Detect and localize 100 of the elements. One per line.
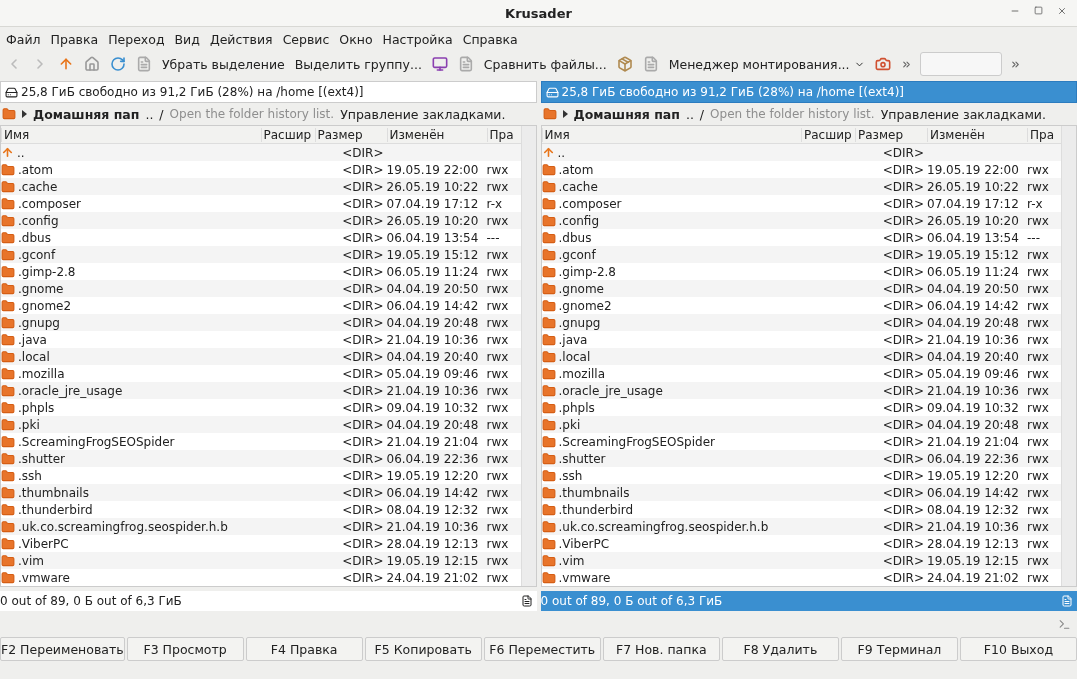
column-header[interactable]: Изменён [386,127,487,142]
menu-item[interactable]: Справка [458,31,522,47]
bookmarks-button[interactable]: Управление закладками. [880,106,1046,122]
file-name-cell[interactable]: .shutter [541,451,801,466]
toolbar-dropdown-button[interactable]: Менеджер монтирования... [666,53,867,75]
file-name-cell[interactable]: .cache [541,179,801,194]
file-name-cell[interactable]: .gconf [541,247,801,262]
maximize-icon[interactable] [1034,6,1043,15]
file-name-cell[interactable]: .pki [541,417,801,432]
file-name-cell[interactable]: .shutter [1,451,261,466]
file-name-cell[interactable]: .phpls [541,400,801,415]
menu-item[interactable]: Настройка [378,31,457,47]
file-name-cell[interactable]: .oracle_jre_usage [541,383,801,398]
path-separator[interactable]: / [159,106,164,122]
file-name-cell[interactable]: .gimp-2.8 [541,264,801,279]
file-name-cell[interactable]: .local [1,349,261,364]
menu-item[interactable]: Действия [205,31,277,47]
menu-item[interactable]: Вид [170,31,204,47]
file-name-cell[interactable]: .. [541,145,801,160]
breadcrumb-more[interactable]: .. [145,106,154,122]
file-name-cell[interactable]: .ssh [1,468,261,483]
file-name-cell[interactable]: .atom [1,162,261,177]
file-name-cell[interactable]: .atom [541,162,801,177]
terminal-icon[interactable] [1058,617,1071,631]
file-name-cell[interactable]: .thumbnails [541,485,801,500]
breadcrumb-button[interactable]: Домашняя пап [573,106,680,122]
file-name-cell[interactable]: .gnupg [541,315,801,330]
menu-item[interactable]: Файл [2,31,45,47]
file-name: .ScreamingFrogSEOSpider [18,434,175,449]
function-key-button[interactable]: F4 Правка [245,637,363,661]
file-name-cell[interactable]: .composer [541,196,801,211]
file-name-cell[interactable]: .java [1,332,261,347]
breadcrumb-button[interactable]: Домашняя пап [33,106,140,122]
file-name-cell[interactable]: .phpls [1,400,261,415]
column-header[interactable]: Расшир [801,127,855,142]
file-name-cell[interactable]: .gnupg [1,315,261,330]
file-name-cell[interactable]: .uk.co.screamingfrog.seospider.h.b [541,519,801,534]
file-name-cell[interactable]: .gnome2 [1,298,261,313]
file-name-cell[interactable]: .gimp-2.8 [1,264,261,279]
bookmarks-button[interactable]: Управление закладками. [340,106,506,122]
file-name-cell[interactable]: .composer [1,196,261,211]
function-key-button[interactable]: F3 Просмотр [126,637,244,661]
column-header[interactable]: Имя [1,127,261,142]
breadcrumb-more[interactable]: .. [685,106,694,122]
file-name-cell[interactable]: .ScreamingFrogSEOSpider [541,434,801,449]
function-key-button[interactable]: F6 Переместить [483,637,601,661]
function-key-button[interactable]: F5 Копировать [364,637,482,661]
close-icon[interactable] [1057,6,1067,16]
toolbar-button[interactable]: Убрать выделение [160,53,287,75]
menu-item[interactable]: Переход [104,31,169,47]
file-name-cell[interactable]: .gconf [1,247,261,262]
scrollbar[interactable] [1061,126,1076,586]
column-header[interactable]: Изменён [927,127,1027,142]
file-name-cell[interactable]: .vim [541,553,801,568]
file-name-cell[interactable]: .vmware [1,570,261,585]
column-header[interactable]: Размер [314,127,387,142]
file-name-cell[interactable]: .config [1,213,261,228]
function-key-button[interactable]: F9 Терминал [840,637,958,661]
function-key-button[interactable]: F10 Выход [959,637,1077,661]
column-header[interactable]: Размер [855,127,927,142]
file-name-cell[interactable]: .vmware [541,570,801,585]
permissions-cell-text: rwx [1027,468,1050,483]
file-name-cell[interactable]: .pki [1,417,261,432]
menu-item[interactable]: Окно [335,31,377,47]
file-name-cell[interactable]: .ScreamingFrogSEOSpider [1,434,261,449]
file-name-cell[interactable]: .mozilla [1,366,261,381]
path-separator[interactable]: / [699,106,705,122]
file-name-cell[interactable]: .vim [1,553,261,568]
menu-item[interactable]: Правка [46,31,103,47]
file-name-cell[interactable]: .ViberPC [541,536,801,551]
file-name-cell[interactable]: .config [541,213,801,228]
file-name-cell[interactable]: .java [541,332,801,347]
column-header[interactable]: Имя [541,127,801,142]
file-name-cell[interactable]: .thumbnails [1,485,261,500]
file-name-cell[interactable]: .ssh [541,468,801,483]
file-name-cell[interactable]: .dbus [541,230,801,245]
function-key-button[interactable]: F8 Удалить [721,637,839,661]
file-name-cell[interactable]: .. [1,145,261,160]
function-key-button[interactable]: F2 Переименовать [0,637,125,661]
function-key-button[interactable]: F7 Нов. папка [602,637,720,661]
menu-item[interactable]: Сервис [278,31,334,47]
file-name-cell[interactable]: .thunderbird [541,502,801,517]
file-name: .gconf [558,247,596,262]
file-name-cell[interactable]: .ViberPC [1,536,261,551]
column-header[interactable]: Пра [486,127,521,142]
toolbar-button[interactable]: Выделить группу... [292,53,424,75]
file-name-cell[interactable]: .gnome2 [541,298,801,313]
column-header[interactable]: Расшир [260,127,315,142]
file-name-cell[interactable]: .cache [1,179,261,194]
modified-cell-text: 06.04.19 13:54 [927,230,1020,245]
file-name-cell[interactable]: .gnome [1,281,261,296]
toolbar-button[interactable]: Сравнить файлы... [481,53,609,75]
file-name-cell[interactable]: .thunderbird [1,502,261,517]
file-name-cell[interactable]: .dbus [1,230,261,245]
file-name-cell[interactable]: .local [541,349,801,364]
file-name-cell[interactable]: .gnome [541,281,801,296]
file-name-cell[interactable]: .oracle_jre_usage [1,383,261,398]
file-name-cell[interactable]: .uk.co.screamingfrog.seospider.h.b [1,519,261,534]
toolbar-input-field[interactable] [919,52,1002,76]
file-name-cell[interactable]: .mozilla [541,366,801,381]
